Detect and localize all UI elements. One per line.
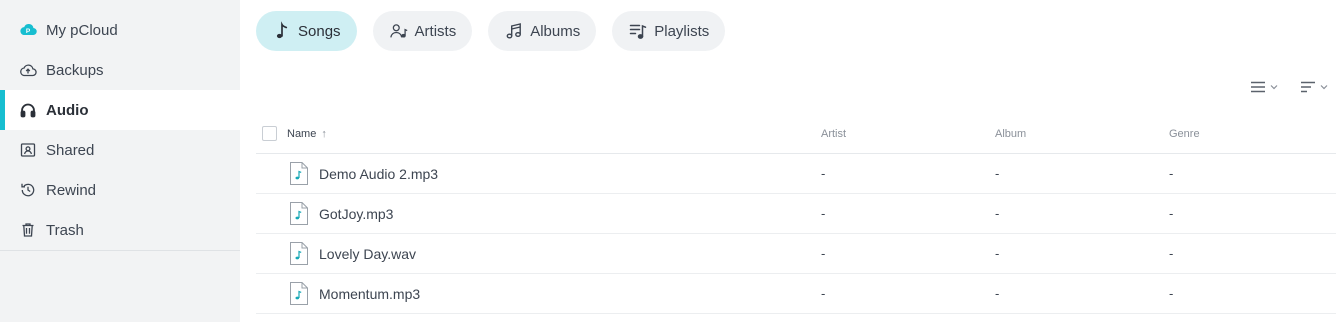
sidebar-item-rewind[interactable]: Rewind [0,170,240,210]
select-all-checkbox[interactable] [262,126,277,141]
playlist-icon [628,21,648,41]
sidebar-item-backups[interactable]: Backups [0,50,240,90]
artist-cell: - [821,166,826,181]
album-cell: - [995,206,1000,221]
sidebar-item-shared[interactable]: Shared [0,130,240,170]
album-cell: - [995,246,1000,261]
table-row[interactable]: GotJoy.mp3 - - - [256,194,1336,234]
audio-file-icon [290,242,308,265]
audio-file-icon [290,202,308,225]
album-cell: - [995,166,1000,181]
trash-icon [19,221,37,239]
album-cell: - [995,286,1000,301]
table-row[interactable]: Lovely Day.wav - - - [256,234,1336,274]
table-row[interactable]: Momentum.mp3 - - - [256,274,1336,314]
tab-albums[interactable]: Albums [488,11,597,51]
tab-label: Playlists [654,22,710,40]
column-header-label: Name [287,127,317,140]
shared-folder-icon [19,141,37,159]
sidebar-divider [0,250,240,251]
tab-label: Songs [298,22,341,40]
tab-label: Artists [414,22,457,40]
list-view-icon [1251,81,1265,93]
artist-icon [389,21,409,41]
music-note-icon [272,21,292,41]
sidebar-item-label: Trash [46,221,84,239]
sidebar-item-audio[interactable]: Audio [0,90,240,130]
sidebar: P My pCloud Backups Audio Shared Rewind … [0,0,240,322]
view-controls [1250,80,1328,94]
column-header-genre[interactable]: Genre [1169,128,1329,140]
sidebar-item-trash[interactable]: Trash [0,210,240,250]
header-check-cell [256,126,287,141]
tab-playlists[interactable]: Playlists [612,11,726,51]
file-name: Lovely Day.wav [319,245,417,262]
history-icon [19,181,37,199]
artist-cell: - [821,206,826,221]
sort-icon [1301,81,1315,93]
sort-button[interactable] [1300,80,1328,94]
sidebar-item-label: Backups [46,61,104,79]
sidebar-nav: P My pCloud Backups Audio Shared Rewind … [0,0,240,250]
tab-artists[interactable]: Artists [372,11,473,51]
view-mode-button[interactable] [1250,80,1278,94]
chevron-down-icon [1320,85,1328,90]
audio-file-icon [290,162,308,185]
name-cell: Momentum.mp3 [287,281,821,306]
songs-table: Name ↑ Artist Album Genre Demo Audio 2.m… [256,114,1336,314]
main-content: Songs Artists Albums Playlists Name ↑ Ar… [240,0,1340,322]
artist-cell: - [821,246,826,261]
sidebar-item-label: Shared [46,141,95,159]
tab-label: Albums [530,22,581,40]
column-header-artist[interactable]: Artist [821,128,995,140]
genre-cell: - [1169,286,1174,301]
sidebar-item-label: Audio [46,101,89,119]
genre-cell: - [1169,246,1174,261]
file-name: Momentum.mp3 [319,285,421,302]
svg-text:P: P [26,28,31,35]
sidebar-item-my-pcloud[interactable]: P My pCloud [0,10,240,50]
table-header: Name ↑ Artist Album Genre [256,114,1336,154]
column-header-album[interactable]: Album [995,128,1169,140]
audio-tabs: Songs Artists Albums Playlists [256,11,726,51]
file-name: GotJoy.mp3 [319,205,394,222]
sidebar-item-label: Rewind [46,181,97,199]
name-cell: GotJoy.mp3 [287,201,821,226]
chevron-down-icon [1270,85,1278,90]
cloud-upload-icon [19,61,37,79]
sidebar-item-label: My pCloud [46,21,118,39]
column-header-name[interactable]: Name ↑ [287,128,821,140]
tab-songs[interactable]: Songs [256,11,357,51]
file-name: Demo Audio 2.mp3 [319,165,439,182]
genre-cell: - [1169,206,1174,221]
artist-cell: - [821,286,826,301]
name-cell: Lovely Day.wav [287,241,821,266]
name-cell: Demo Audio 2.mp3 [287,161,821,186]
pcloud-cloud-icon: P [19,21,37,39]
album-notes-icon [504,21,524,41]
audio-file-icon [290,282,308,305]
genre-cell: - [1169,166,1174,181]
headphones-icon [19,101,37,119]
table-row[interactable]: Demo Audio 2.mp3 - - - [256,154,1336,194]
sort-ascending-icon: ↑ [321,127,327,140]
